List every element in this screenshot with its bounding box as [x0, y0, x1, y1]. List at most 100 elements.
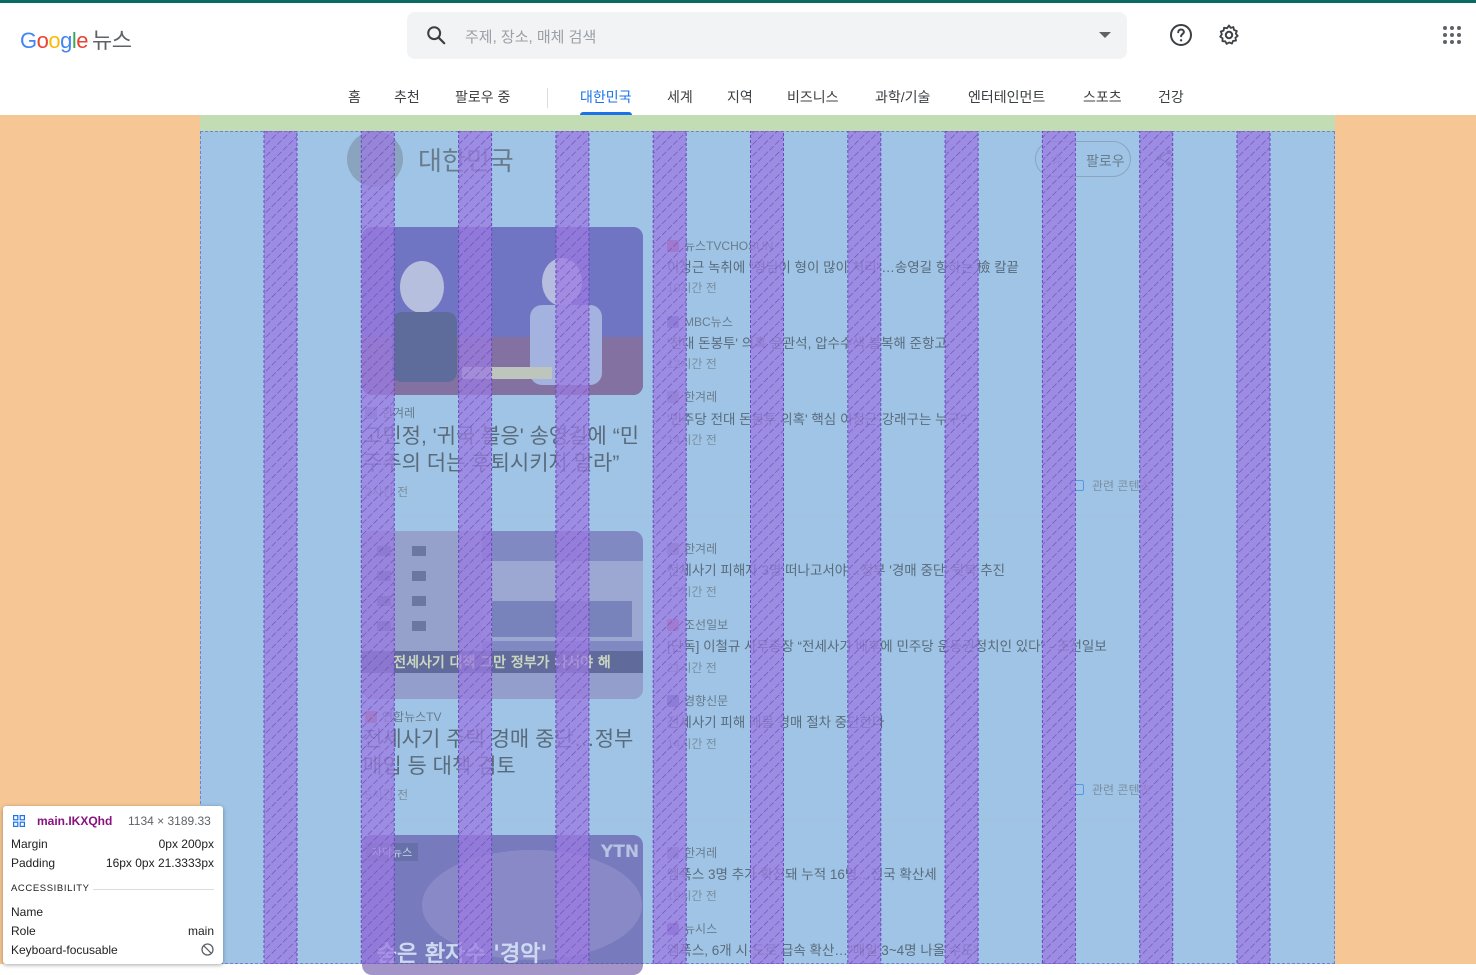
- accessibility-heading: ACCESSIBILITY: [11, 883, 90, 894]
- source-label: 한겨레: [667, 844, 717, 861]
- source-label: 연합뉴스TV: [365, 708, 442, 725]
- logo-letter: o: [36, 28, 49, 53]
- article-link[interactable]: [단독] 이철규 사무총장 “전세사기 배후에 민주당 운동권정치인 있다” -…: [667, 635, 1107, 655]
- logo-product-name: 뉴스: [92, 28, 132, 53]
- cluster-divider: [362, 515, 1182, 516]
- timestamp: 12시간 전: [667, 357, 717, 371]
- publisher-icon: [667, 695, 679, 707]
- divider: [93, 889, 214, 890]
- search-bar[interactable]: 주제, 장소, 매체 검색: [407, 12, 1127, 59]
- source-label: 뉴시스: [667, 920, 717, 937]
- chevron-down-icon[interactable]: [1099, 32, 1111, 38]
- timestamp: 5시간 전: [365, 788, 409, 802]
- story-image[interactable]: 자막뉴스 YTN 숨은 환자수 '경악': [362, 835, 643, 975]
- tab-entertainment[interactable]: 엔터테인먼트: [968, 87, 1045, 107]
- tab-local[interactable]: 지역: [727, 87, 753, 107]
- publisher-icon: [365, 711, 377, 723]
- grid-layout-icon: [13, 815, 25, 827]
- timestamp: 19시간 전: [667, 889, 717, 903]
- image-badge: 자막뉴스: [372, 846, 412, 859]
- article-link[interactable]: 전세사기 피해자 3명 떠나고서야…정부 '경매 중단' 뒷북 추진: [667, 559, 1005, 579]
- margin-overlay-right: [1335, 115, 1476, 964]
- tab-world[interactable]: 세계: [667, 87, 693, 107]
- section-title: 대한민국: [418, 146, 514, 176]
- tab-health[interactable]: 건강: [1158, 87, 1184, 107]
- follow-label: 팔로우: [1086, 153, 1125, 169]
- tab-korea[interactable]: 대한민국: [580, 87, 632, 115]
- main-content: 대한민국 ☆ 팔로우 한겨레 고민정, '귀국 불응' 송영길에 “민주주의 더는…: [200, 131, 1335, 975]
- focusable-row: Keyboard-focusable: [11, 943, 214, 961]
- publisher-icon: [667, 391, 679, 403]
- padding-row: Padding 16px 0px 21.3333px: [11, 856, 214, 870]
- timestamp: 14시간 전: [667, 433, 717, 447]
- headline-link[interactable]: 전세사기 주택 경매 중단…정부 매입 등 대책 검토: [363, 726, 648, 780]
- name-row: Name: [11, 905, 44, 919]
- source-label: 한겨레: [667, 540, 717, 557]
- margin-row: Margin 0px 200px: [11, 837, 214, 851]
- source-label: 한겨레: [365, 404, 415, 421]
- tab-for-you[interactable]: 추천: [394, 87, 420, 107]
- publisher-icon: [667, 316, 679, 328]
- logo-letter: g: [60, 28, 72, 53]
- article-link[interactable]: 전세사기 피해 매물 경매 절차 중단한다: [667, 711, 884, 731]
- article-link[interactable]: '민주당 전대 돈봉투 의혹' 핵심 이정근·강래구는 누구?: [667, 408, 967, 428]
- logo-letter: G: [20, 28, 37, 53]
- logo-letter: o: [48, 28, 61, 53]
- share-icon[interactable]: [1156, 149, 1172, 167]
- help-circle-icon[interactable]: [1169, 23, 1193, 47]
- not-allowed-icon: [201, 943, 214, 956]
- source-label: 한겨레: [667, 388, 717, 405]
- logo-letter: e: [76, 28, 89, 53]
- element-selector: main.IKXQhd: [37, 814, 113, 828]
- cluster-divider: [362, 819, 1182, 820]
- timestamp: 14시간 전: [667, 737, 717, 751]
- tab-divider: [547, 88, 548, 108]
- image-logo: YTN: [600, 842, 639, 862]
- publisher-icon: [667, 619, 679, 631]
- related-content-button[interactable]: 관련 콘텐츠: [1070, 781, 1151, 798]
- article-link[interactable]: 엠폭스, 6개 시·도로 급속 확산…"매일 3~4명 나올 수도": [667, 939, 979, 959]
- section-avatar: [347, 131, 403, 187]
- tab-business[interactable]: 비즈니스: [787, 87, 839, 107]
- element-dimensions: 1134 × 3189.33: [128, 814, 211, 828]
- source-label: MBC뉴스: [667, 313, 733, 330]
- publisher-icon: [667, 847, 679, 859]
- source-label: 뉴스TVCHOSUN: [667, 237, 773, 254]
- devtools-inspector-tooltip: main.IKXQhd 1134 × 3189.33 Margin 0px 200…: [3, 806, 223, 964]
- story-photo: 자막뉴스 YTN 숨은 환자수 '경악': [362, 835, 643, 975]
- apps-grid-icon[interactable]: [1440, 23, 1464, 47]
- headline-link[interactable]: 고민정, '귀국 불응' 송영길에 “민주주의 더는 후퇴시키지 말라”: [363, 423, 648, 477]
- google-news-logo[interactable]: Google 뉴스: [20, 23, 132, 55]
- related-content-button[interactable]: 관련 콘텐츠: [1070, 477, 1151, 494]
- source-label: 조선일보: [667, 616, 728, 633]
- related-content-icon: [1070, 480, 1084, 491]
- publisher-icon: [667, 923, 679, 935]
- article-link[interactable]: 이정근 녹취에 “형님이 형이 많이 처리"…송영길 향하는 檢 칼끝: [667, 256, 1019, 276]
- image-caption: 전세사기 대책 그만 정부가 나서야 해: [393, 654, 611, 671]
- tab-home[interactable]: 홈: [348, 87, 361, 107]
- story-photo: [362, 227, 643, 395]
- topic-tabs: 홈 추천 팔로우 중 대한민국 세계 지역 비즈니스 과학/기술 엔터테인먼트 …: [0, 85, 1476, 115]
- publisher-icon: [667, 240, 679, 252]
- publisher-icon: [667, 543, 679, 555]
- padding-overlay-top: [200, 115, 1335, 131]
- search-input[interactable]: 주제, 장소, 매체 검색: [465, 26, 596, 47]
- tab-sports[interactable]: 스포츠: [1083, 87, 1122, 107]
- article-link[interactable]: 엠폭스 3명 추가 확진돼 누적 16명…전국 확산세: [667, 863, 937, 883]
- source-label: 경향신문: [667, 692, 728, 709]
- timestamp: 2시간 전: [365, 485, 409, 499]
- role-row: Role main: [11, 924, 214, 938]
- story-image[interactable]: [362, 227, 643, 395]
- tab-science-tech[interactable]: 과학/기술: [875, 87, 930, 107]
- gear-icon[interactable]: [1217, 23, 1241, 47]
- timestamp: 17시간 전: [667, 585, 717, 599]
- image-caption: 숨은 환자수 '경악': [377, 942, 547, 967]
- star-icon: ☆: [1050, 151, 1064, 168]
- story-image[interactable]: 전세사기 대책 그만 정부가 나서야 해: [362, 531, 643, 699]
- top-bar: Google 뉴스 주제, 장소, 매체 검색 홈 추천 팔로우 중 대한민국 세…: [0, 3, 1476, 115]
- publisher-icon: [365, 407, 377, 419]
- follow-button[interactable]: ☆ 팔로우: [1035, 141, 1131, 177]
- article-link[interactable]: '전대 돈봉투' 의혹 윤관석, 압수수색 불복해 준항고: [667, 332, 947, 352]
- search-icon[interactable]: [425, 24, 447, 46]
- tab-following[interactable]: 팔로우 중: [455, 87, 510, 107]
